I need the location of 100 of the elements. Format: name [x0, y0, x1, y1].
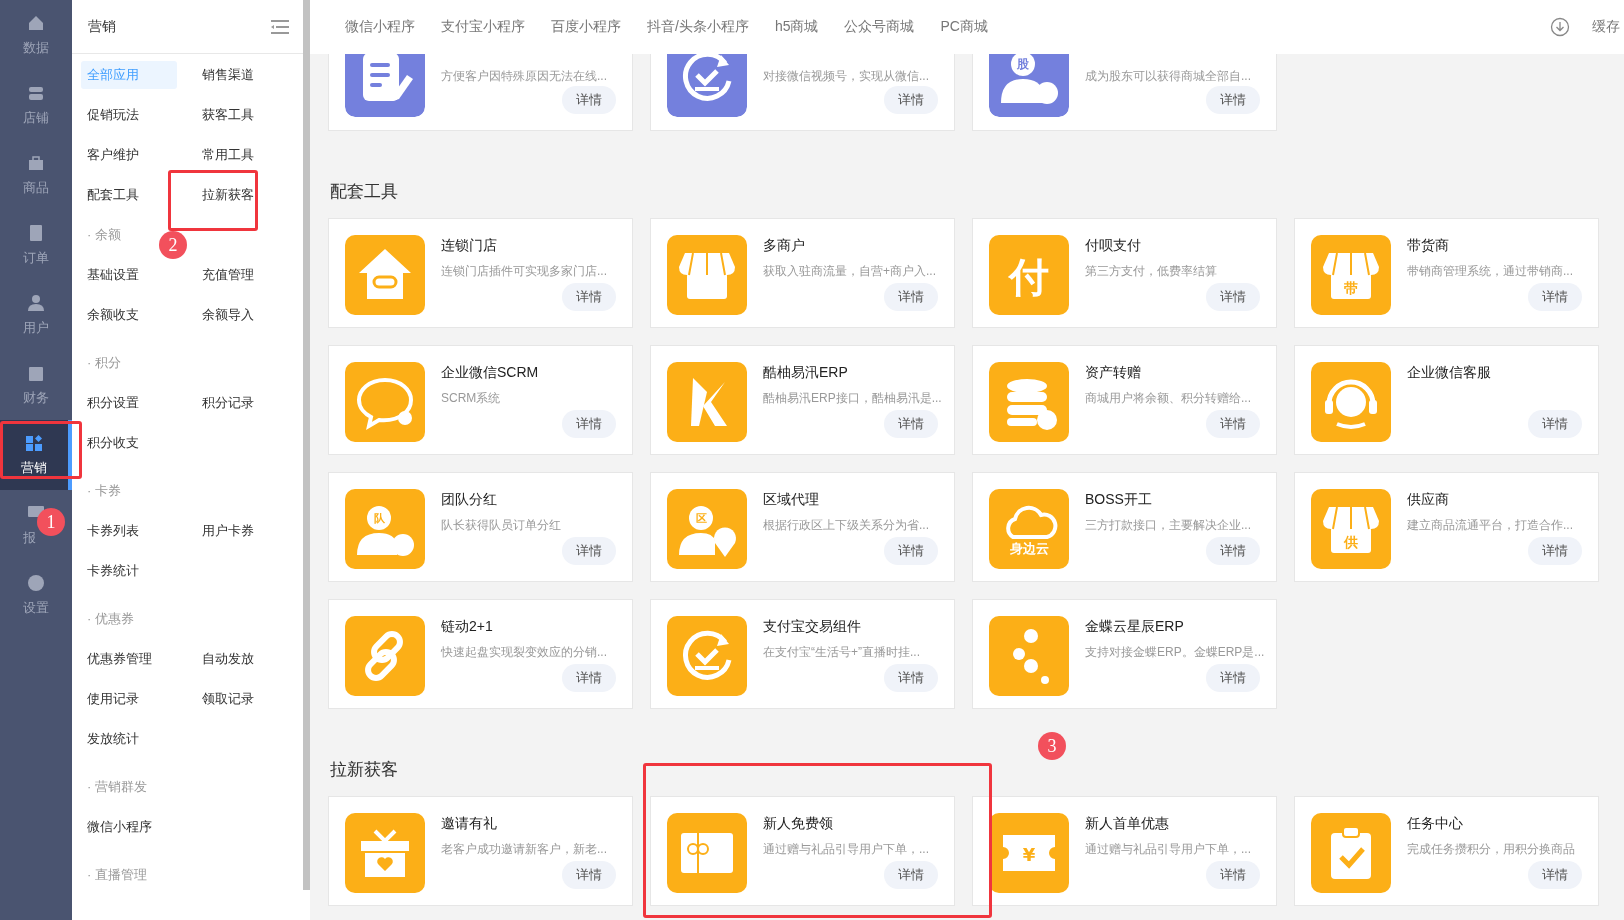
person-icon: 股 [989, 54, 1069, 117]
sidebar-item[interactable]: 常用工具 [196, 141, 292, 169]
details-button[interactable]: 详情 [562, 664, 616, 692]
gift-card-icon [667, 813, 747, 893]
app-description: 获取入驻商流量，自营+商户入... [763, 263, 937, 280]
sidebar-item[interactable]: 销售渠道 [196, 61, 292, 89]
sidebar-item[interactable]: 发放统计 [81, 725, 177, 753]
details-button[interactable]: 详情 [562, 283, 616, 311]
group-heading: · 优惠券 [87, 610, 134, 628]
scrollbar[interactable] [303, 0, 310, 890]
app-description: 通过赠与礼品引导用户下单，... [1085, 841, 1252, 858]
sidebar-item[interactable]: 自动发放 [196, 645, 292, 673]
app-title: 付呗支付 [1085, 237, 1142, 255]
house-icon [345, 235, 425, 315]
details-button[interactable]: 详情 [562, 537, 616, 565]
details-button[interactable]: 详情 [562, 861, 616, 889]
details-button[interactable]: 详情 [1206, 410, 1260, 438]
sidebar-item[interactable]: 拉新获客 [196, 181, 292, 209]
details-button[interactable]: 详情 [1528, 410, 1582, 438]
sidebar-item[interactable]: 优惠券管理 [81, 645, 177, 673]
sidebar-item[interactable]: 卡券列表 [81, 517, 177, 545]
channel-tab[interactable]: 微信小程序 [332, 18, 428, 36]
app-description: SCRM系统 [441, 390, 502, 407]
payment-icon: 付 [989, 235, 1069, 315]
details-button[interactable]: 详情 [884, 410, 938, 438]
nav-item[interactable]: 营销 [21, 460, 47, 475]
details-button[interactable]: 详情 [884, 86, 938, 114]
store-icon: 带 [1311, 235, 1391, 315]
details-button[interactable]: 详情 [1528, 537, 1582, 565]
sidebar-item[interactable]: 获客工具 [196, 101, 292, 129]
sidebar-item[interactable]: 余额收支 [81, 301, 177, 329]
app-title: 任务中心 [1407, 815, 1464, 833]
app-title: BOSS开工 [1085, 491, 1153, 509]
sidebar-item[interactable]: 促销玩法 [81, 101, 177, 129]
app-title: 酷柚易汛ERP [763, 364, 849, 382]
details-button[interactable]: 详情 [884, 537, 938, 565]
sidebar-item[interactable]: 卡券统计 [81, 557, 177, 585]
app-description: 队长获得队员订单分红 [441, 517, 562, 534]
sidebar-title: 营销 [88, 17, 116, 36]
app-description: 成为股东可以获得商城全部自... [1085, 68, 1252, 85]
sidebar-item[interactable]: 积分收支 [81, 429, 177, 457]
app-title: 新人首单优惠 [1085, 815, 1170, 833]
channel-tab[interactable]: 百度小程序 [538, 18, 634, 36]
group-heading: · 卡券 [87, 482, 121, 500]
details-button[interactable]: 详情 [562, 86, 616, 114]
sidebar-item[interactable]: 充值管理 [196, 261, 292, 289]
headset-icon [1311, 362, 1391, 442]
app-description: 通过赠与礼品引导用户下单，... [763, 841, 930, 858]
sidebar-item[interactable]: 积分设置 [81, 389, 177, 417]
channel-tab[interactable]: h5商城 [761, 18, 832, 36]
channel-tab[interactable]: 抖音/头条小程序 [634, 18, 762, 36]
user-icon [26, 293, 46, 313]
channel-tab[interactable]: 支付宝小程序 [428, 18, 538, 36]
section-heading: 拉新获客 [330, 759, 399, 781]
channel-tab[interactable]: PC商城 [927, 18, 1001, 36]
details-button[interactable]: 详情 [1206, 86, 1260, 114]
ticket-icon: ¥ [989, 813, 1069, 893]
details-button[interactable]: 详情 [1206, 537, 1260, 565]
app-description: 第三方支付，低费率结算 [1085, 263, 1218, 280]
dots-icon [989, 616, 1069, 696]
details-button[interactable]: 详情 [884, 861, 938, 889]
details-button[interactable]: 详情 [884, 283, 938, 311]
person-icon: 队 [345, 489, 425, 569]
details-button[interactable]: 详情 [1206, 861, 1260, 889]
sidebar-item[interactable]: 余额导入 [196, 301, 292, 329]
cache-link[interactable]: 缓存 [1592, 18, 1620, 36]
details-button[interactable]: 详情 [884, 664, 938, 692]
app-title: 区域代理 [763, 491, 820, 509]
sidebar-item[interactable]: 用户卡券 [196, 517, 292, 545]
details-button[interactable]: 详情 [562, 410, 616, 438]
app-title: 企业微信客服 [1407, 364, 1492, 382]
app-description: 对接微信视频号，实现从微信... [763, 68, 930, 85]
app-description: 快速起盘实现裂变效应的分销... [441, 644, 608, 661]
app-description: 在支付宝“生活号+”直播时挂... [763, 644, 921, 661]
app-description: 带销商管理系统，通过带销商... [1407, 263, 1574, 280]
app-title: 支付宝交易组件 [763, 618, 862, 636]
sidebar-item[interactable]: 积分记录 [196, 389, 292, 417]
sidebar-item[interactable]: 配套工具 [81, 181, 177, 209]
sidebar-item[interactable]: 客户维护 [81, 141, 177, 169]
menu-icon[interactable] [271, 18, 289, 35]
app-title: 资产转赠 [1085, 364, 1142, 382]
group-heading: · 余额 [87, 226, 121, 244]
sidebar-item[interactable]: 基础设置 [81, 261, 177, 289]
details-button[interactable]: 详情 [1206, 664, 1260, 692]
details-button[interactable]: 详情 [1206, 283, 1260, 311]
download-icon[interactable] [1550, 17, 1570, 37]
sidebar-item[interactable]: 领取记录 [196, 685, 292, 713]
sidebar-item[interactable]: 使用记录 [81, 685, 177, 713]
channel-tab[interactable]: 公众号商城 [831, 18, 928, 36]
details-button[interactable]: 详情 [1528, 861, 1582, 889]
database-icon [989, 362, 1069, 442]
cloud-icon: 身边云 [989, 489, 1069, 569]
app-title: 金蝶云星辰ERP [1085, 618, 1185, 636]
app-title: 团队分红 [441, 491, 498, 509]
app-title: 企业微信SCRM [441, 364, 540, 382]
app-description: 根据行政区上下级关系分为省... [763, 517, 930, 534]
details-button[interactable]: 详情 [1528, 283, 1582, 311]
grid-icon [24, 433, 44, 453]
app-title: 邀请有礼 [441, 815, 498, 833]
sidebar-item[interactable]: 微信小程序 [81, 813, 177, 841]
